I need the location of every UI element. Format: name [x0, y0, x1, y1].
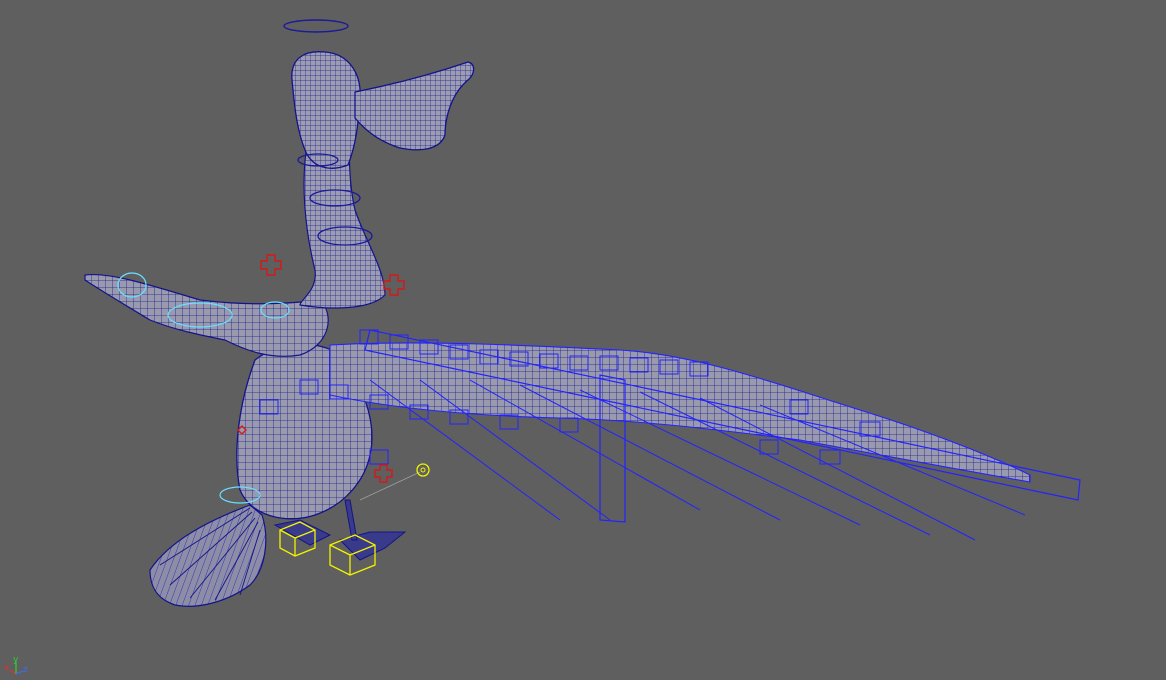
- maya-3d-viewport[interactable]: x y z: [0, 0, 1166, 680]
- axis-orientation-gizmo: x y z: [4, 656, 28, 675]
- halo-control-curve[interactable]: [283, 19, 349, 33]
- pole-vector-control[interactable]: [359, 463, 430, 501]
- x-axis-label: x: [4, 663, 10, 673]
- head-mesh[interactable]: [291, 51, 361, 169]
- left-wing-mesh[interactable]: [84, 273, 329, 357]
- beak-pouch-mesh[interactable]: [354, 61, 475, 151]
- tail-feathers[interactable]: [149, 504, 267, 607]
- z-axis-label: z: [23, 665, 28, 675]
- y-axis-label: y: [13, 656, 19, 665]
- z-axis-line: [15, 670, 24, 675]
- scene-canvas[interactable]: [0, 0, 1166, 680]
- right-wing-selected[interactable]: [259, 329, 1081, 541]
- x-axis-line: [9, 669, 17, 675]
